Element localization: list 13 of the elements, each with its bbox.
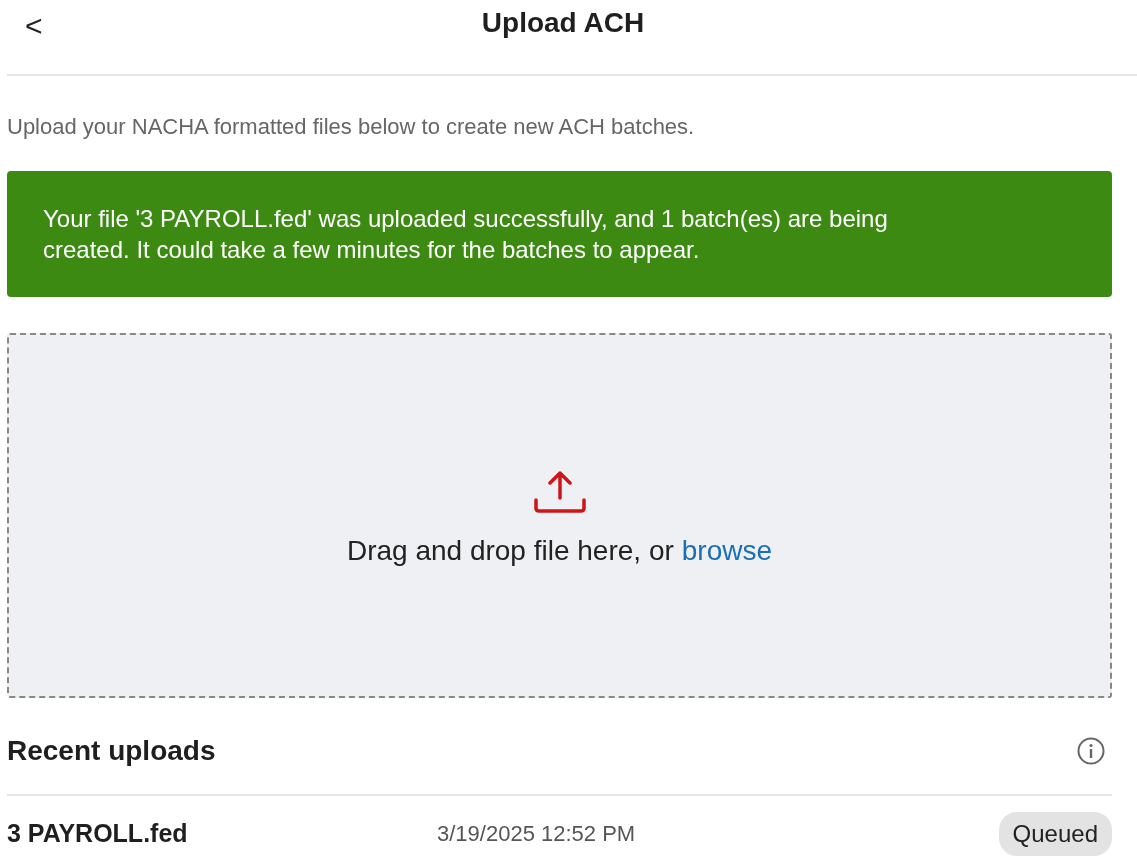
intro-text: Upload your NACHA formatted files below to create new ACH batches. <box>7 113 696 141</box>
upload-date: 3/19/2025 12:52 PM <box>437 820 636 849</box>
status-badge: Queued <box>998 811 1112 856</box>
drop-prompt: Drag and drop file here, or <box>346 533 674 568</box>
upload-icon <box>532 469 587 514</box>
success-alert: Your file '3 PAYROLL.fed' was uploaded successfully, and 1 batch(es) are being created. It could take a few minutes for the batches to appear. <box>7 171 1112 298</box>
section-title: Recent uploads <box>7 734 216 768</box>
drop-zone[interactable]: Drag and drop file here, or browse <box>7 333 1112 699</box>
info-icon[interactable] <box>1076 736 1106 767</box>
browse-link[interactable]: browse <box>681 529 773 572</box>
file-name: 3 PAYROLL.fed <box>7 818 189 850</box>
back-button[interactable]: < <box>19 6 49 45</box>
page-title: Upload ACH <box>481 6 645 40</box>
